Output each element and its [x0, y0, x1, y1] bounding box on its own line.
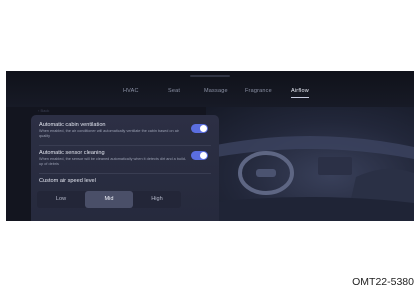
speed-option-mid[interactable]: Mid	[85, 191, 133, 208]
steering-hub-shape	[256, 169, 276, 177]
tab-airflow[interactable]: Airflow	[291, 88, 309, 98]
divider	[39, 173, 211, 174]
infotainment-screen: HVAC Seat Massage Fragrance Airflow ‹ Ba…	[6, 71, 414, 221]
vehicle-interior-image	[206, 107, 414, 221]
setting-desc-cabin-ventilation: When enabled, the air conditioner will a…	[39, 129, 179, 138]
tab-airflow-label: Airflow	[291, 88, 309, 94]
tab-hvac[interactable]: HVAC	[123, 88, 139, 94]
tab-massage[interactable]: Massage	[204, 88, 228, 94]
tab-bar: HVAC Seat Massage Fragrance Airflow	[6, 71, 414, 107]
speed-option-low[interactable]: Low	[37, 191, 85, 208]
floor-shape	[206, 197, 414, 221]
tab-list: HVAC Seat Massage Fragrance Airflow	[6, 88, 414, 102]
figure-caption: OMT22-5380	[352, 276, 414, 288]
dashboard-illustration	[206, 136, 414, 221]
setting-title-cabin-ventilation: Automatic cabin ventilation	[39, 122, 106, 128]
cabin-ventilation-toggle[interactable]	[191, 124, 208, 133]
center-display-shape	[318, 157, 352, 175]
air-speed-selector: Low Mid High	[37, 191, 181, 208]
toggle-knob	[200, 125, 207, 132]
divider	[39, 145, 211, 146]
air-speed-section-label: Custom air speed level	[39, 178, 96, 184]
tab-seat[interactable]: Seat	[168, 88, 180, 94]
speed-option-high[interactable]: High	[133, 191, 181, 208]
active-tab-indicator	[291, 97, 309, 98]
tab-fragrance[interactable]: Fragrance	[245, 88, 272, 94]
setting-title-sensor-cleaning: Automatic sensor cleaning	[39, 150, 105, 156]
toggle-knob	[200, 152, 207, 159]
setting-desc-sensor-cleaning: When enabled, the sensor will be cleaned…	[39, 157, 187, 166]
back-link[interactable]: ‹ Back	[38, 108, 49, 113]
sensor-cleaning-toggle[interactable]	[191, 151, 208, 160]
airflow-settings-panel: Automatic cabin ventilation When enabled…	[31, 115, 219, 221]
drag-handle[interactable]	[190, 75, 230, 77]
dashboard-shape	[206, 136, 414, 159]
